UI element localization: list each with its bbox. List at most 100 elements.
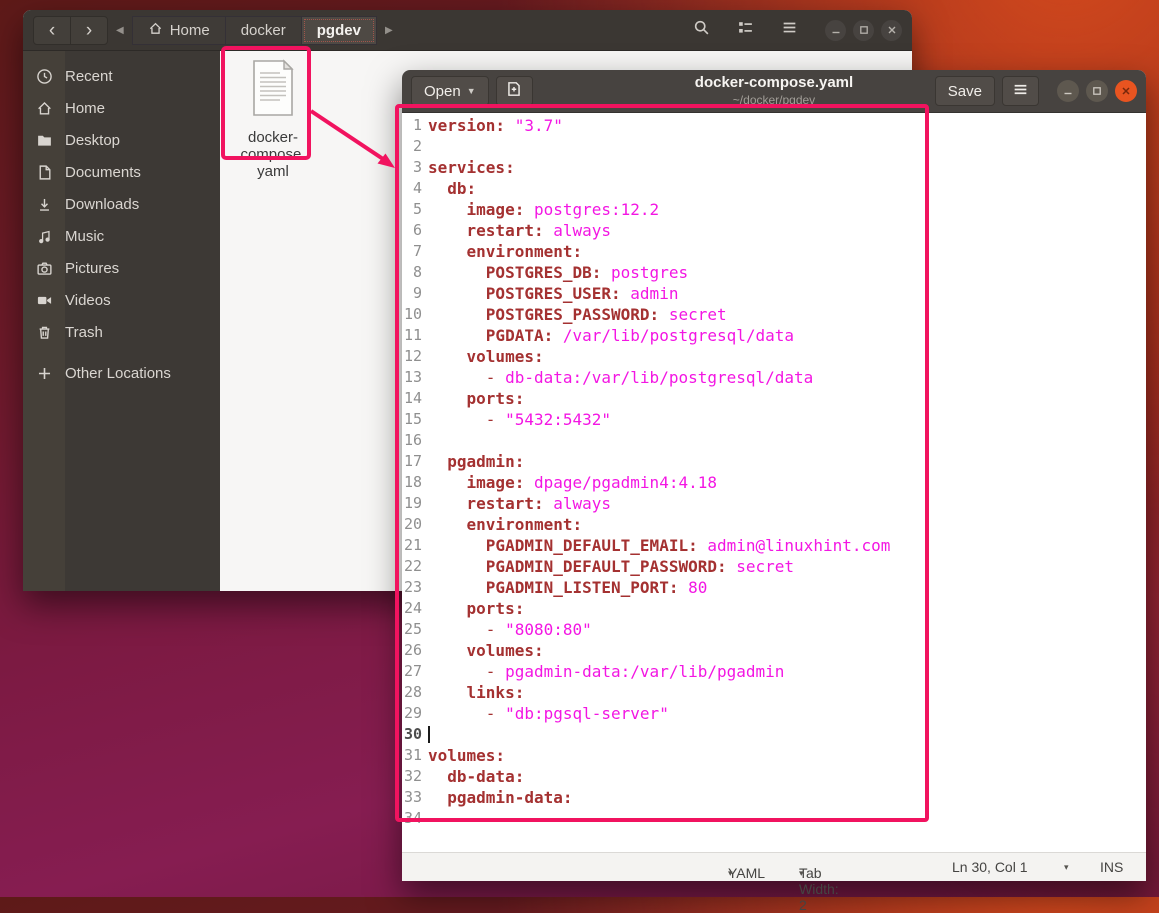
save-button[interactable]: Save xyxy=(935,76,995,106)
sidebar-item-pictures[interactable]: Pictures xyxy=(23,252,220,284)
sidebar-item-label: Documents xyxy=(65,164,141,181)
file-name-line: yaml xyxy=(228,163,318,180)
code-token: dpage/pgadmin4:4.18 xyxy=(524,472,717,493)
breadcrumb-scroll-left-icon[interactable]: ◀ xyxy=(116,25,124,36)
minimize-button[interactable] xyxy=(825,20,846,41)
maximize-button[interactable] xyxy=(853,20,874,41)
code-line-16: 16 xyxy=(402,430,1146,451)
line-number: 34 xyxy=(402,808,428,829)
minimize-button[interactable] xyxy=(1057,80,1079,102)
sidebar-item-home[interactable]: Home xyxy=(23,92,220,124)
sidebar-item-music[interactable]: Music xyxy=(23,220,220,252)
code-token: ports: xyxy=(428,388,524,409)
code-line-27: 27 - pgadmin-data:/var/lib/pgadmin xyxy=(402,661,1146,682)
line-number: 9 xyxy=(402,283,428,304)
code-token: - xyxy=(428,703,505,724)
camera-icon xyxy=(23,260,65,277)
breadcrumb-home[interactable]: Home xyxy=(132,16,226,45)
close-button[interactable] xyxy=(1115,80,1137,102)
document-title: docker-compose.yaml xyxy=(695,74,853,93)
editor-window: Open ▼ docker-compose.yaml ~/docker/pgde… xyxy=(402,70,1146,881)
forward-button[interactable]: › xyxy=(70,16,108,45)
home-icon xyxy=(23,100,65,117)
file-name-line: compose. xyxy=(228,146,318,163)
text-editor-area[interactable]: 1version: "3.7"23services:4 db:5 image: … xyxy=(402,113,1146,852)
breadcrumb-scroll-right-icon[interactable]: ▶ xyxy=(385,25,393,36)
code-line-5: 5 image: postgres:12.2 xyxy=(402,199,1146,220)
cursor-position-label[interactable]: Ln 30, Col 1 xyxy=(952,859,1028,875)
line-number: 19 xyxy=(402,493,428,514)
line-number: 31 xyxy=(402,745,428,766)
chevron-down-icon[interactable]: ▾ xyxy=(1064,862,1069,873)
code-token: restart: xyxy=(428,493,544,514)
line-number: 22 xyxy=(402,556,428,577)
sidebar-item-other-locations[interactable]: Other Locations xyxy=(23,357,220,389)
code-token: postgres:12.2 xyxy=(524,199,659,220)
line-number: 30 xyxy=(402,724,428,745)
document-icon xyxy=(23,164,65,181)
line-number: 1 xyxy=(402,115,428,136)
code-token: volumes: xyxy=(428,640,544,661)
code-line-19: 19 restart: always xyxy=(402,493,1146,514)
input-mode-label: INS xyxy=(1100,859,1123,875)
line-number: 25 xyxy=(402,619,428,640)
text-cursor xyxy=(428,726,430,743)
view-toggle-button[interactable] xyxy=(727,16,763,45)
breadcrumb-docker[interactable]: docker xyxy=(225,16,302,45)
code-token: secret xyxy=(727,556,794,577)
code-token: links: xyxy=(428,682,524,703)
chevron-down-icon: ▼ xyxy=(467,86,476,96)
code-token: db: xyxy=(428,178,476,199)
line-number: 12 xyxy=(402,346,428,367)
music-icon xyxy=(23,228,65,245)
breadcrumb-label: Home xyxy=(170,22,210,39)
line-number: 7 xyxy=(402,241,428,262)
file-name-label: docker-compose.yaml xyxy=(228,129,318,180)
back-button[interactable]: ‹ xyxy=(33,16,71,45)
line-number: 28 xyxy=(402,682,428,703)
line-number: 29 xyxy=(402,703,428,724)
code-line-20: 20 environment: xyxy=(402,514,1146,535)
maximize-button[interactable] xyxy=(1086,80,1108,102)
sidebar-item-downloads[interactable]: Downloads xyxy=(23,188,220,220)
open-button[interactable]: Open ▼ xyxy=(411,76,489,106)
line-number: 15 xyxy=(402,409,428,430)
code-line-3: 3services: xyxy=(402,157,1146,178)
breadcrumb-pgdev[interactable]: pgdev xyxy=(301,16,377,45)
line-number: 18 xyxy=(402,472,428,493)
line-number: 23 xyxy=(402,577,428,598)
line-number: 17 xyxy=(402,451,428,472)
sidebar-item-recent[interactable]: Recent xyxy=(23,60,220,92)
new-document-icon xyxy=(505,80,523,102)
code-line-9: 9 POSTGRES_USER: admin xyxy=(402,283,1146,304)
file-item-docker-compose[interactable]: docker-compose.yaml xyxy=(228,57,318,180)
close-button[interactable] xyxy=(881,20,902,41)
files-window-controls xyxy=(825,20,902,41)
new-document-button[interactable] xyxy=(496,76,533,106)
forward-icon: › xyxy=(86,21,92,40)
sidebar-item-trash[interactable]: Trash xyxy=(23,316,220,348)
search-button[interactable] xyxy=(683,16,719,45)
code-token: "3.7" xyxy=(505,115,563,136)
code-line-2: 2 xyxy=(402,136,1146,157)
code-token: environment: xyxy=(428,241,582,262)
line-number: 10 xyxy=(402,304,428,325)
files-menu-button[interactable] xyxy=(771,16,807,45)
video-icon xyxy=(23,292,65,309)
code-token: volumes: xyxy=(428,346,544,367)
code-line-24: 24 ports: xyxy=(402,598,1146,619)
sidebar-item-desktop[interactable]: Desktop xyxy=(23,124,220,156)
line-number: 13 xyxy=(402,367,428,388)
editor-menu-button[interactable] xyxy=(1002,76,1039,106)
editor-headerbar: Open ▼ docker-compose.yaml ~/docker/pgde… xyxy=(402,70,1146,113)
code-token: pgadmin-data: xyxy=(428,787,573,808)
editor-statusbar: YAML ▾ Tab Width: 2 ▾ Ln 30, Col 1 ▾ INS xyxy=(402,852,1146,881)
sidebar-item-videos[interactable]: Videos xyxy=(23,284,220,316)
sidebar-item-documents[interactable]: Documents xyxy=(23,156,220,188)
code-line-8: 8 POSTGRES_DB: postgres xyxy=(402,262,1146,283)
code-line-22: 22 PGADMIN_DEFAULT_PASSWORD: secret xyxy=(402,556,1146,577)
code-line-12: 12 volumes: xyxy=(402,346,1146,367)
code-line-26: 26 volumes: xyxy=(402,640,1146,661)
code-line-30: 30 xyxy=(402,724,1146,745)
code-token: POSTGRES_USER: xyxy=(428,283,621,304)
